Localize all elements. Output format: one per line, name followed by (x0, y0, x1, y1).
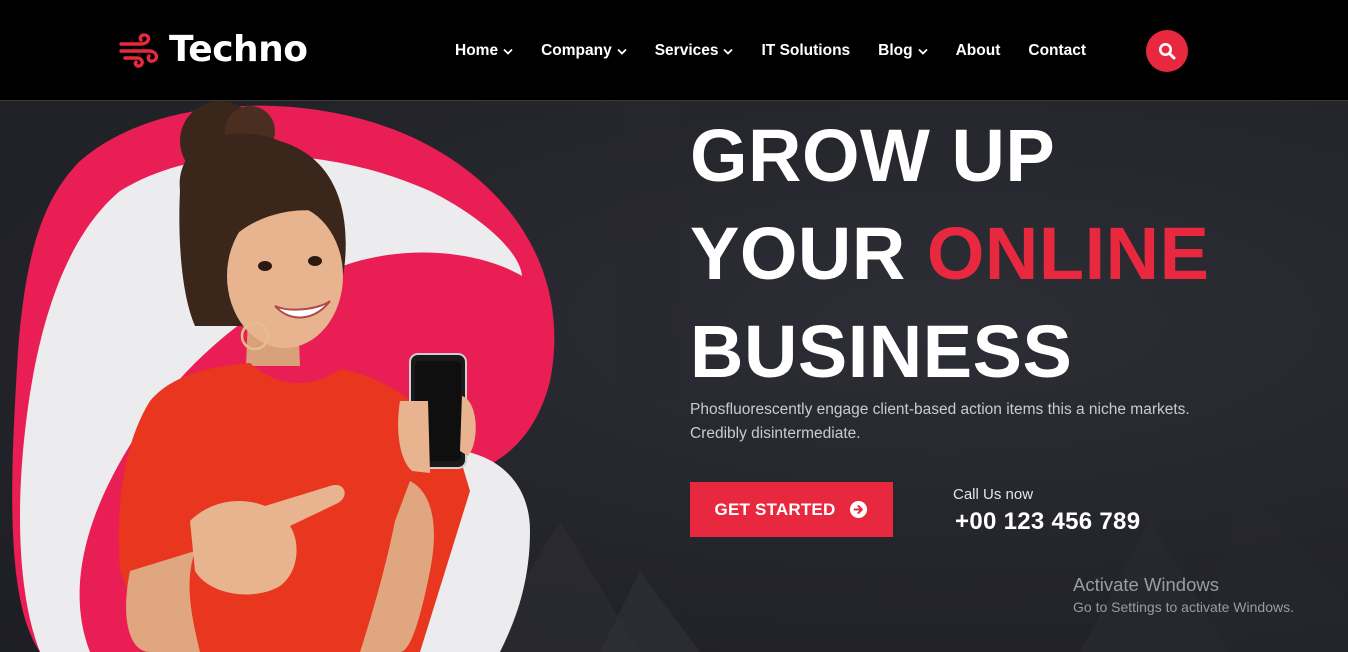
nav-item-services[interactable]: Services (655, 42, 734, 60)
chevron-down-icon (723, 48, 734, 55)
main-nav: Home Company Services IT Solutions Blog … (455, 38, 1086, 64)
nav-item-label: Contact (1028, 42, 1087, 59)
description-line-1: Phosfluorescently engage client-based ac… (690, 401, 1190, 418)
watermark-subtitle: Go to Settings to activate Windows. (1073, 599, 1294, 615)
nav-item-label: Home (455, 42, 499, 59)
nav-item-label: Services (654, 42, 719, 59)
chevron-down-icon (503, 48, 513, 55)
get-started-label: GET STARTED (714, 499, 836, 519)
arrow-circle-right-icon (850, 500, 868, 519)
nav-item-contact[interactable]: Contact (1028, 42, 1086, 60)
nav-item-company[interactable]: Company (541, 42, 627, 60)
nav-item-it-solutions[interactable]: IT Solutions (761, 42, 850, 60)
nav-item-label: Company (541, 42, 612, 59)
chevron-down-icon (917, 48, 928, 55)
wind-logo-icon (119, 33, 159, 68)
hero-description: Phosfluorescently engage client-based ac… (690, 398, 1230, 446)
nav-item-label: IT Solutions (761, 42, 851, 59)
nav-item-home[interactable]: Home (455, 42, 513, 60)
nav-item-about[interactable]: About (956, 42, 1001, 60)
headline-accent: ONLINE (926, 212, 1210, 295)
nav-item-label: Blog (878, 42, 913, 59)
hero-illustration (12, 101, 555, 652)
watermark-title: Activate Windows (1073, 574, 1219, 595)
get-started-button[interactable]: GET STARTED (690, 482, 893, 537)
brand-name: Techno (169, 29, 308, 70)
search-button[interactable] (1146, 30, 1188, 72)
description-line-2: Credibly disintermediate. (690, 425, 861, 442)
nav-item-label: About (955, 42, 1001, 59)
call-number[interactable]: +00 123 456 789 (955, 508, 1140, 536)
chevron-down-icon (617, 48, 627, 55)
site-header: Techno Home Company Services IT Solution… (0, 0, 1348, 101)
hero-headline: GROW UP YOUR ONLINE BUSINESS (690, 107, 1209, 401)
headline-line-3: BUSINESS (690, 310, 1073, 393)
brand-logo[interactable]: Techno (119, 30, 308, 70)
headline-line-2: YOUR ONLINE (690, 205, 1209, 303)
headline-line-1: GROW UP (690, 114, 1056, 197)
headline-prefix: YOUR (690, 212, 906, 295)
nav-item-blog[interactable]: Blog (878, 42, 928, 60)
hero-section: GROW UP YOUR ONLINE BUSINESS Phosfluores… (0, 101, 1348, 652)
search-icon (1159, 43, 1176, 60)
windows-activation-watermark: Activate Windows Go to Settings to activ… (1073, 573, 1294, 617)
call-label: Call Us now (953, 486, 1034, 503)
